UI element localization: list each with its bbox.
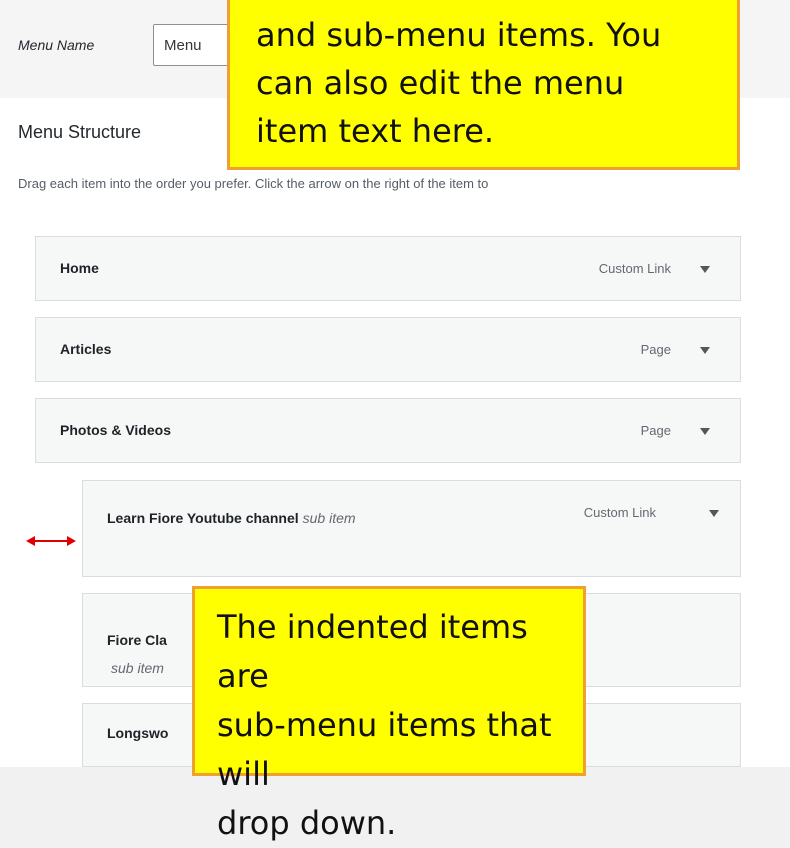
menu-item-title-text: Photos & Videos	[60, 422, 171, 438]
sub-item-label: sub item	[302, 510, 356, 526]
sub-item-label: sub item	[111, 660, 164, 676]
double-arrow-horizontal-icon	[26, 536, 76, 546]
menu-item-title: Photos & Videos	[60, 422, 171, 438]
menu-name-label: Menu Name	[18, 37, 95, 53]
triangle-down-icon[interactable]	[700, 266, 710, 273]
menu-item-type: Custom Link	[598, 261, 671, 276]
menu-item-articles[interactable]: Articles Page	[35, 317, 741, 382]
menu-item-title: Articles	[60, 341, 111, 357]
callout-top: and sub-menu items. You can also edit th…	[227, 0, 740, 170]
menu-item-title: Longswo	[107, 725, 168, 741]
menu-item-learn-fiore-youtube[interactable]: Learn Fiore Youtube channel sub item Cust…	[82, 480, 741, 577]
menu-item-title-text: Longswo	[107, 725, 169, 741]
menu-item-home[interactable]: Home Custom Link	[35, 236, 741, 301]
menu-item-title-text: Fiore Cla	[107, 632, 167, 648]
menu-item-type: Page	[640, 423, 671, 438]
callout-top-line: item text here.	[256, 112, 495, 150]
callout-bottom: The indented items are sub-menu items th…	[192, 586, 586, 842]
triangle-down-icon[interactable]	[709, 510, 719, 517]
menu-structure-title: Menu Structure	[18, 122, 142, 142]
callout-bottom-line: sub-menu items that will	[217, 706, 552, 793]
menu-item-type: Custom Link	[583, 505, 656, 520]
menu-item-title-text: Learn Fiore Youtube channel	[107, 510, 299, 526]
menu-structure-description: Drag each item into the order you prefer…	[18, 176, 489, 191]
menu-item-photos-videos[interactable]: Photos & Videos Page	[35, 398, 741, 463]
callout-bottom-line: The indented items are	[217, 608, 528, 695]
triangle-down-icon[interactable]	[700, 347, 710, 354]
callout-top-line: and sub-menu items. You	[256, 16, 662, 54]
menu-item-title-text: Articles	[60, 341, 112, 357]
menu-item-title-text: Home	[60, 260, 99, 276]
menu-item-type: Page	[640, 342, 671, 357]
triangle-down-icon[interactable]	[700, 428, 710, 435]
menu-item-title: Learn Fiore Youtube channel sub item	[107, 504, 467, 532]
callout-top-line: can also edit the menu	[256, 64, 625, 102]
callout-bottom-line: drop down.	[217, 804, 397, 842]
menu-item-title: Home	[60, 260, 99, 276]
